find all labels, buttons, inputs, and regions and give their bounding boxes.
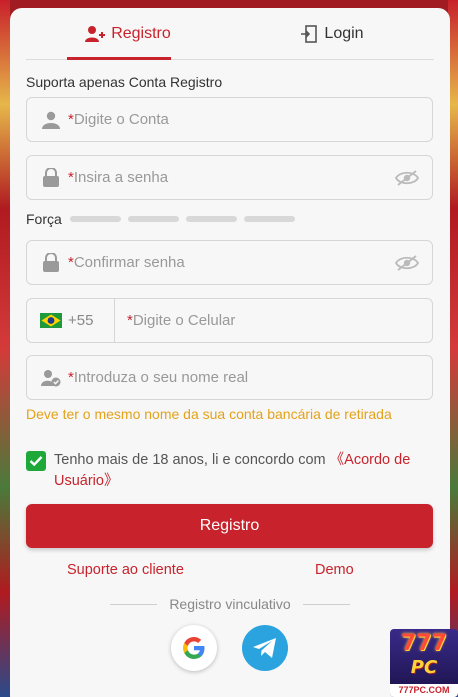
strength-bar [127,216,179,222]
account-type-hint: Suporta apenas Conta Registro [26,74,223,90]
real-name-field[interactable]: *Introduza o seu nome real [26,355,433,400]
telegram-icon [253,638,276,658]
lock-icon [40,167,62,189]
strength-label: Força [26,211,62,227]
divider-line [302,603,351,605]
password-strength: Força [26,211,302,227]
strength-bar [185,216,237,222]
agreement-row: Tenho mais de 18 anos, li e concordo com… [26,450,426,492]
country-code-selector[interactable]: +55 [27,299,115,342]
lock-icon [40,252,62,274]
password-field[interactable]: *Insira a senha [26,155,433,200]
brazil-flag-icon [40,313,62,328]
logo-domain: 777PC.COM [390,684,458,697]
agreement-checkbox[interactable] [26,451,46,471]
add-user-icon [85,25,106,42]
tab-registro[interactable]: Registro [26,8,230,60]
google-icon [183,637,205,659]
background-left [0,0,10,697]
password-placeholder: Insira a senha [73,169,169,186]
tab-registro-label: Registro [111,24,171,42]
divider-line [110,603,158,605]
tab-bar: Registro Login [26,8,434,60]
logo-digits: 777 [401,631,447,656]
real-name-placeholder: Introduza o seu nome real [73,369,249,386]
telegram-login-button[interactable] [242,625,288,671]
phone-field[interactable]: +55 *Digite o Celular [26,298,433,343]
tab-login-label: Login [324,24,364,42]
login-door-icon [301,24,318,43]
demo-link[interactable]: Demo [315,562,354,578]
tab-login[interactable]: Login [230,8,434,59]
divider-label: Registro vinculativo [169,596,291,612]
social-divider: Registro vinculativo [110,596,351,612]
phone-placeholder: Digite o Celular [132,312,236,329]
register-button[interactable]: Registro [26,504,433,548]
country-code: +55 [68,312,94,329]
confirm-placeholder: Confirmar senha [73,254,185,271]
eye-off-icon[interactable] [394,250,420,276]
account-placeholder: Digite o Conta [73,111,169,128]
account-field[interactable]: *Digite o Conta [26,97,433,142]
user-icon [40,109,62,131]
google-login-button[interactable] [171,625,217,671]
agreement-text: Tenho mais de 18 anos, li e concordo com [54,452,330,468]
real-name-note: Deve ter o mesmo nome da sua conta bancá… [26,406,392,422]
customer-support-link[interactable]: Suporte ao cliente [67,562,184,578]
777pc-logo: 777 PC 777PC.COM [390,629,458,697]
logo-text: PC [410,657,438,678]
register-modal: Registro Login Suporta apenas Conta Regi… [10,8,450,697]
check-icon [29,456,43,467]
user-verified-icon [40,367,62,389]
confirm-password-field[interactable]: *Confirmar senha [26,240,433,285]
strength-bar [243,216,295,222]
eye-off-icon[interactable] [394,165,420,191]
strength-bar [69,216,121,222]
